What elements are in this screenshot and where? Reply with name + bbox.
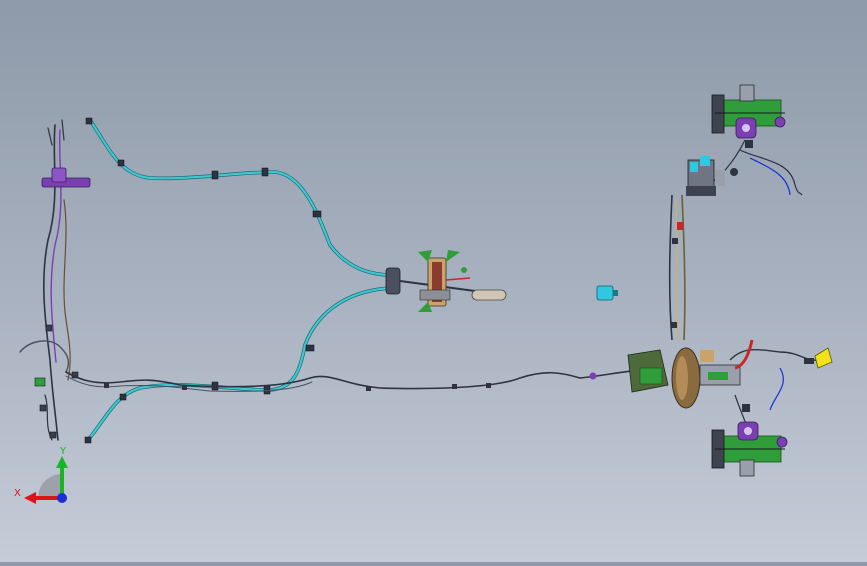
front-right-brake-assembly bbox=[711, 84, 786, 148]
front-left-brake-assembly bbox=[711, 404, 788, 477]
connector-yellow bbox=[804, 347, 833, 369]
brake-booster-master-cylinder bbox=[627, 347, 741, 409]
park-brake-cable-upper bbox=[88, 118, 394, 277]
abs-hydraulic-unit bbox=[686, 156, 738, 196]
axis-triad: Y X bbox=[14, 446, 68, 504]
cad-viewport[interactable]: Y X bbox=[0, 0, 867, 562]
equalizer-assembly bbox=[385, 250, 507, 312]
abs-sensor-module bbox=[596, 285, 618, 301]
left-park-brake-lever bbox=[41, 167, 91, 188]
x-axis-label: X bbox=[14, 488, 21, 499]
main-brake-line bbox=[65, 369, 641, 392]
y-axis-label: Y bbox=[59, 446, 67, 457]
park-brake-cable-lower bbox=[86, 286, 394, 442]
rear-brake-lines bbox=[729, 339, 821, 431]
cable-clips bbox=[84, 117, 322, 444]
